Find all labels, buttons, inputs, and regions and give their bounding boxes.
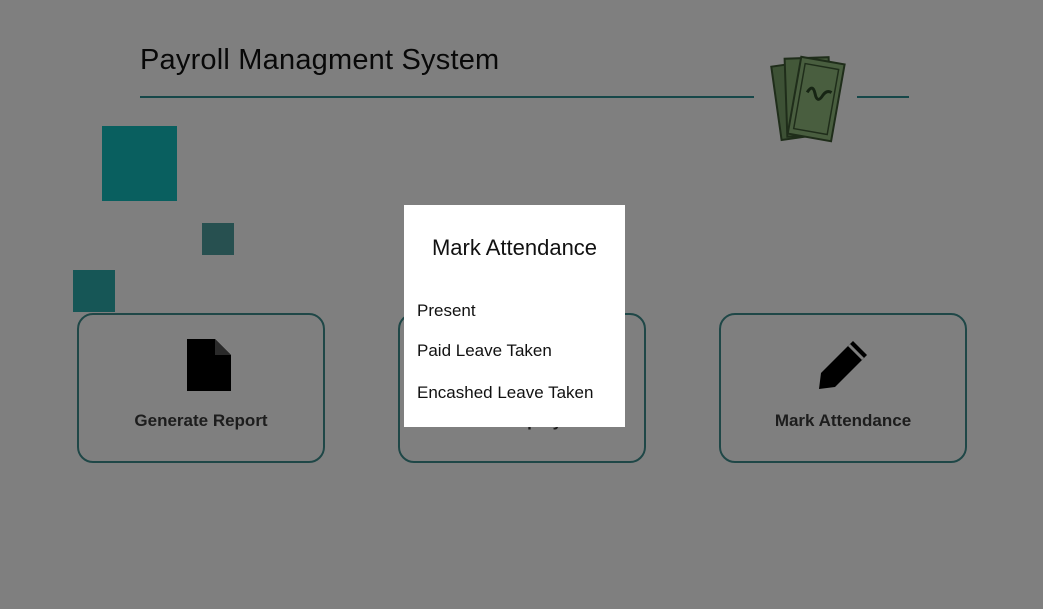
option-present[interactable]: Present <box>417 301 476 321</box>
mark-attendance-dialog: Mark Attendance Present Paid Leave Taken… <box>404 205 625 427</box>
dialog-title: Mark Attendance <box>431 235 598 260</box>
option-paid-leave-taken[interactable]: Paid Leave Taken <box>417 341 552 361</box>
option-encashed-leave-taken[interactable]: Encashed Leave Taken <box>417 383 593 403</box>
